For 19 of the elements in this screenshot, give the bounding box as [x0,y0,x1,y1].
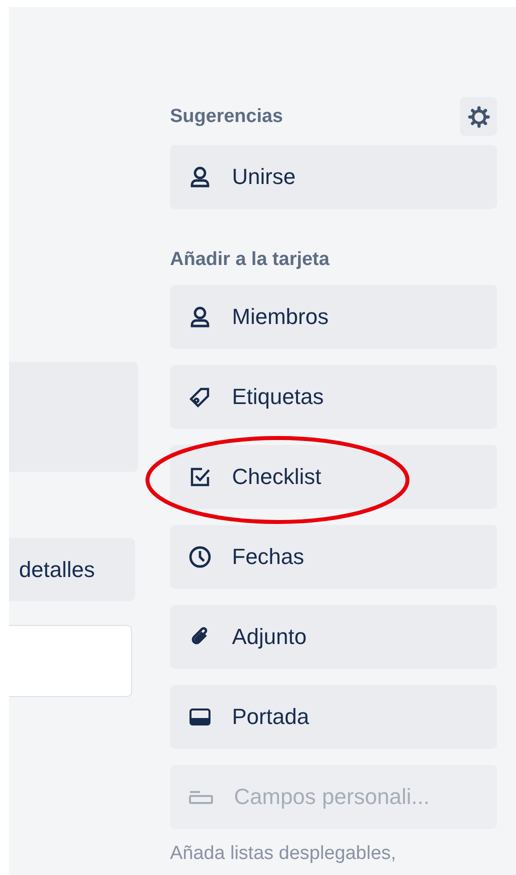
input-field[interactable] [9,625,132,697]
sidebar-button[interactable]: Miembros [170,285,497,349]
sidebar-button[interactable]: Etiquetas [170,365,497,429]
checkbox-icon [188,465,212,489]
settings-button[interactable] [460,97,497,136]
sidebar-button[interactable]: Unirse [170,145,497,209]
hint-text: Añada listas desplegables, [170,843,398,865]
settings-icon [468,106,490,128]
sidebar-button[interactable]: Adjunto [170,605,497,669]
section-heading: Sugerencias [170,106,283,128]
tag-icon [188,385,212,409]
sidebar-button[interactable]: Checklist [170,445,497,509]
sidebar-button[interactable]: Fechas [170,525,497,589]
details-button[interactable]: detalles [9,538,135,601]
sidebar-button[interactable]: Portada [170,685,497,749]
clock-icon [188,545,212,569]
section-heading: Añadir a la tarjeta [170,249,330,271]
person-icon [188,165,212,189]
person-icon [188,305,212,329]
